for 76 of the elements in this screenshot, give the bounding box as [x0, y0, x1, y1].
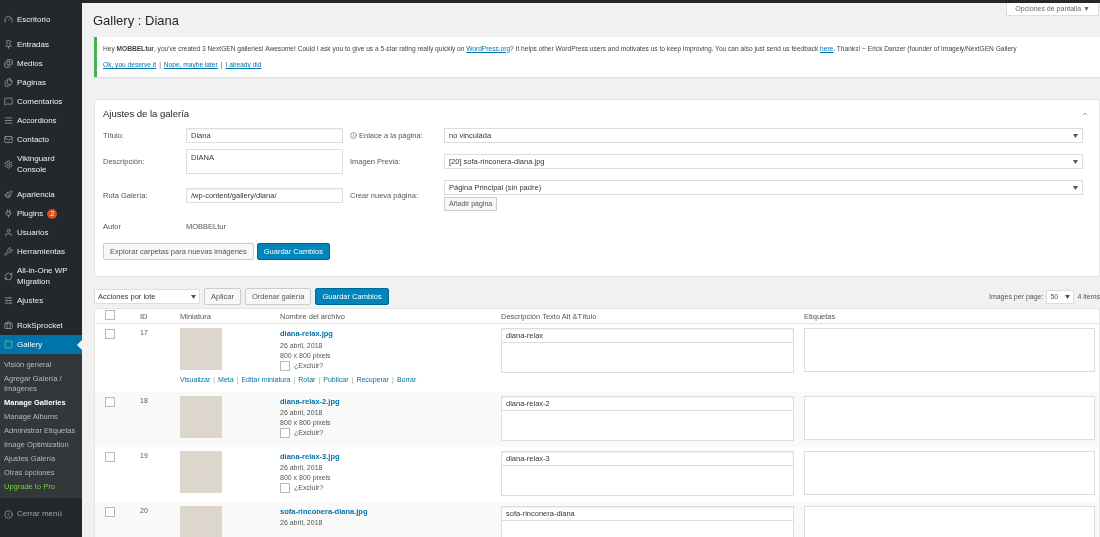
brush-icon	[4, 190, 13, 199]
panel-title: Ajustes de la galería	[103, 107, 190, 122]
gauge-icon	[4, 15, 13, 24]
menu-label: Vikinguard Console	[17, 153, 56, 175]
menu-item[interactable]: Accordions	[0, 111, 82, 130]
menu-item[interactable]: Ajustes	[0, 291, 82, 310]
menu-label: Comentarios	[17, 96, 63, 107]
page-title: Gallery : Diana	[93, 12, 179, 30]
menu-item[interactable]: Apariencia	[0, 185, 82, 204]
photo-placeholder	[180, 328, 222, 371]
settings-icon	[4, 159, 13, 169]
menu-item[interactable]: Contacto	[0, 130, 82, 149]
images-icon	[4, 59, 13, 68]
pin-icon	[4, 40, 13, 49]
checkbox[interactable]	[105, 309, 115, 320]
menu-label: RokSprocket	[17, 320, 63, 331]
caret-icon	[191, 294, 196, 299]
checkbox[interactable]	[105, 506, 115, 517]
menu-item[interactable]: Entradas	[0, 35, 82, 54]
caret-icon	[1073, 133, 1078, 138]
square-icon	[4, 340, 13, 349]
sliders-icon	[4, 296, 13, 305]
menu-item[interactable]: Escritorio	[0, 10, 82, 29]
description-field[interactable]	[501, 410, 794, 441]
checkbox[interactable]	[105, 329, 115, 340]
menu-item[interactable]: RokSprocket	[0, 316, 82, 335]
checkbox[interactable]	[105, 451, 115, 462]
menu-item[interactable]: Herramientas	[0, 242, 82, 261]
menu-item[interactable]: Comentarios	[0, 92, 82, 111]
photo-placeholder	[180, 505, 222, 537]
menu-item[interactable]: Vikinguard Console	[0, 149, 82, 179]
description-field[interactable]	[501, 465, 794, 496]
photo-placeholder	[180, 450, 222, 493]
menu-label: Contacto	[17, 134, 50, 145]
menu-item[interactable]: Gallery	[0, 335, 82, 354]
menu-label: Usuarios	[17, 227, 49, 238]
user-icon	[4, 228, 13, 237]
collapse-icon	[4, 509, 13, 519]
menu-item[interactable]: Usuarios	[0, 223, 82, 242]
photo-placeholder	[180, 395, 222, 438]
wrench-icon	[4, 247, 13, 256]
menu-label: Escritorio	[17, 14, 51, 25]
lines-icon	[4, 116, 13, 125]
menu-label: Plugins	[17, 208, 44, 219]
refresh-icon	[4, 271, 13, 281]
tags-field[interactable]	[804, 450, 1095, 495]
checkbox[interactable]	[280, 360, 290, 371]
tags-field[interactable]	[804, 395, 1095, 440]
menu-item[interactable]: All-in-One WP Migration	[0, 261, 82, 291]
menu-label: Herramientas	[17, 246, 65, 257]
checkbox[interactable]	[280, 483, 290, 494]
menu-label: All-in-One WP Migration	[17, 265, 69, 287]
menu-item[interactable]: Medios	[0, 54, 82, 73]
menu-label: Ajustes	[17, 295, 44, 306]
caret-icon	[1073, 185, 1078, 190]
checkbox[interactable]	[105, 396, 115, 407]
pages-icon	[4, 78, 13, 87]
menu-label: Entradas	[17, 39, 50, 50]
menu-label: Medios	[17, 58, 43, 69]
menu-item[interactable]: Páginas	[0, 73, 82, 92]
collapse-menu[interactable]: Cerrar menú	[0, 504, 82, 524]
briefcase-icon	[4, 321, 13, 330]
plug-icon	[4, 209, 13, 218]
menu-label: Accordions	[17, 115, 57, 126]
menu-label: Apariencia	[17, 189, 55, 200]
tags-field[interactable]	[804, 328, 1095, 373]
info-icon	[350, 132, 357, 140]
checkbox[interactable]	[280, 428, 290, 439]
mail-icon	[4, 135, 13, 144]
menu-label: Gallery	[17, 339, 43, 350]
caret-icon	[1073, 159, 1078, 164]
menu-label: Páginas	[17, 77, 46, 88]
tags-field[interactable]	[804, 505, 1095, 537]
description-field[interactable]	[501, 343, 794, 374]
comment-icon	[4, 97, 13, 106]
caret-icon	[1065, 294, 1071, 299]
